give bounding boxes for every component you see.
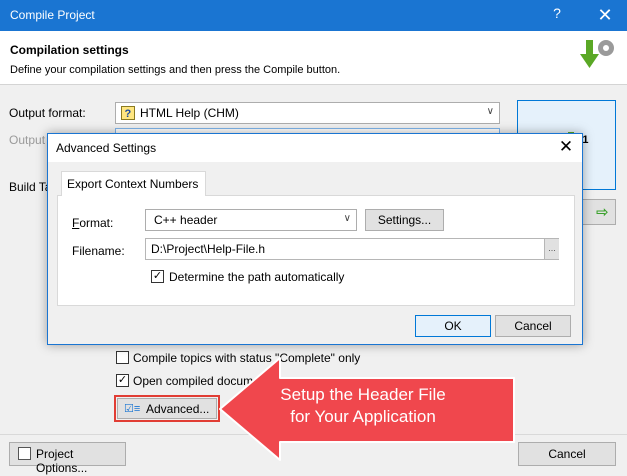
format-label-rest: ormat: — [79, 216, 114, 230]
filename-input[interactable]: D:\Project\Help-File.h ... — [145, 238, 559, 260]
auto-path-checkbox[interactable]: ✓ — [151, 270, 164, 283]
window-title: Compile Project — [10, 8, 95, 22]
settings-list-icon: ☑≡ — [124, 403, 141, 415]
format-dropdown[interactable]: C++ header ∨ — [145, 209, 357, 231]
project-options-icon — [18, 447, 31, 460]
output-format-value: HTML Help (CHM) — [140, 106, 239, 120]
settings-button[interactable]: Settings... — [365, 209, 444, 231]
callout-line-1: Setup the Header File — [280, 385, 446, 404]
compile-gear-icon — [580, 40, 614, 68]
chevron-down-icon: ∨ — [343, 213, 351, 224]
advanced-close-button[interactable]: ✕ — [554, 137, 578, 159]
tab-export-context-numbers[interactable]: Export Context Numbers — [61, 171, 206, 196]
svg-text:?: ? — [125, 108, 132, 120]
help-button[interactable]: ? — [547, 5, 567, 25]
window-titlebar: Compile Project ? ✕ — [0, 0, 627, 31]
output-format-label: Output format: — [9, 106, 86, 120]
green-arrow-right-icon: ⇨ — [596, 204, 609, 221]
compile-complete-checkbox[interactable] — [116, 351, 129, 364]
callout-text: Setup the Header File for Your Applicati… — [264, 384, 462, 428]
ok-button[interactable]: OK — [415, 315, 491, 337]
help-file-icon: ? — [121, 106, 135, 120]
header-band: Compilation settings Define your compila… — [0, 31, 627, 85]
project-options-label: Project Options... — [36, 447, 88, 475]
output-dir-label: Output — [9, 133, 46, 147]
browse-button[interactable]: ... — [544, 239, 559, 259]
advanced-title: Advanced Settings — [56, 141, 157, 155]
filename-label: Filename: — [72, 244, 125, 258]
filename-value: D:\Project\Help-File.h — [151, 242, 266, 256]
advanced-cancel-button[interactable]: Cancel — [495, 315, 571, 337]
close-button[interactable]: ✕ — [583, 1, 627, 30]
chevron-down-icon: ∨ — [486, 106, 494, 117]
advanced-button[interactable]: ☑≡ Advanced... — [117, 398, 217, 419]
open-compiled-checkbox[interactable]: ✓ — [116, 374, 129, 387]
advanced-settings-dialog: Advanced Settings ✕ Export Context Numbe… — [47, 133, 583, 345]
header-subtitle: Define your compilation settings and the… — [10, 64, 341, 76]
project-options-button[interactable]: Project Options... — [9, 442, 126, 475]
cancel-button[interactable]: Cancel — [518, 442, 616, 466]
header-title: Compilation settings — [10, 43, 129, 57]
output-format-dropdown[interactable]: ? HTML Help (CHM) ∨ — [115, 102, 500, 124]
format-label: Format: — [72, 216, 114, 230]
format-value: C++ header — [154, 213, 218, 227]
tab-panel: Format: C++ header ∨ Settings... Filenam… — [57, 195, 575, 306]
advanced-titlebar: Advanced Settings ✕ — [48, 134, 582, 162]
auto-path-label: Determine the path automatically — [169, 270, 345, 284]
advanced-button-label: Advanced... — [146, 402, 210, 416]
tab-label: Export Context Numbers — [67, 177, 199, 191]
callout-line-2: for Your Application — [290, 407, 436, 426]
